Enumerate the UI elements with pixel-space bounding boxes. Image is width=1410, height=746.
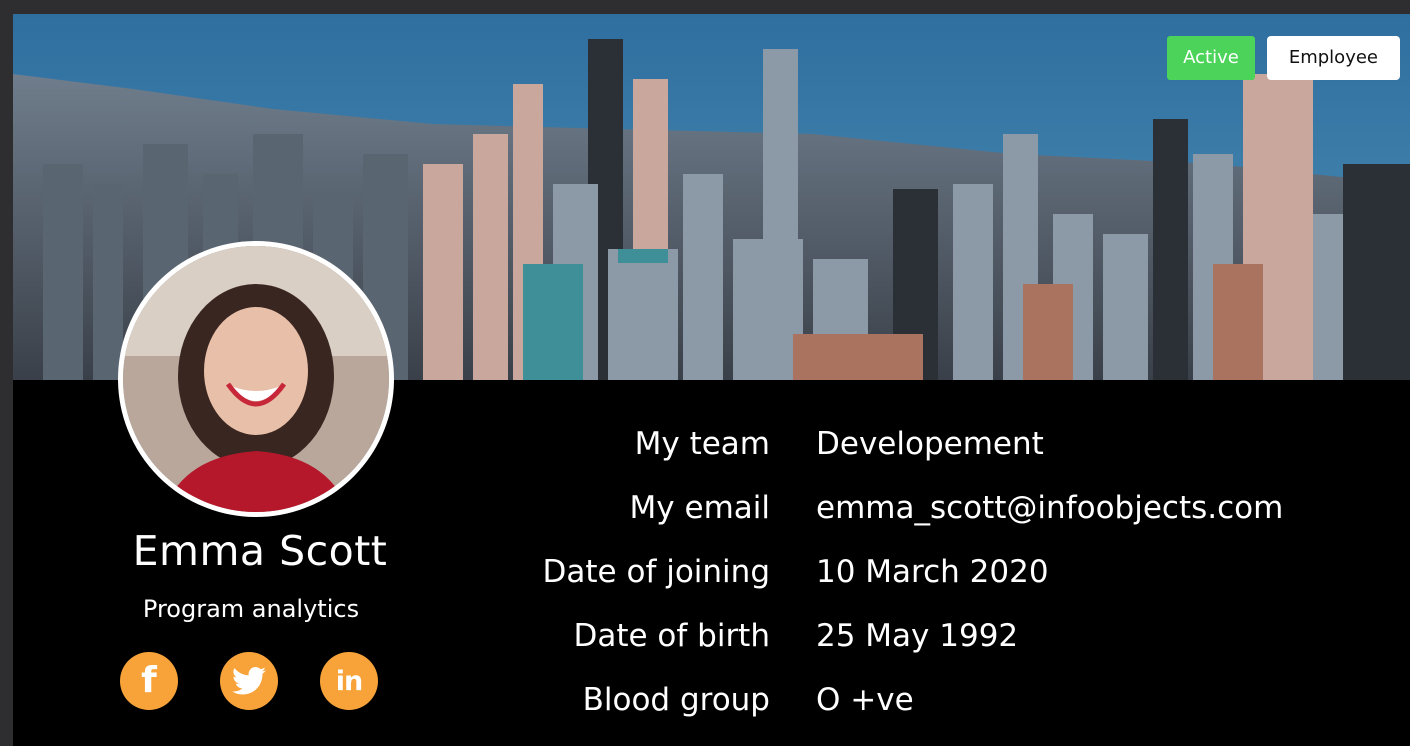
detail-value: 10 March 2020 [816, 554, 1049, 590]
role-badge[interactable]: Employee [1266, 36, 1400, 80]
status-badge[interactable]: Active [1167, 36, 1255, 80]
badge-group: Active Employee [1167, 36, 1400, 80]
detail-label: Date of joining [542, 554, 770, 590]
avatar [118, 241, 394, 517]
detail-row-blood: Blood group O +ve [483, 668, 1283, 732]
detail-row-team: My team Developement [483, 412, 1283, 476]
detail-label: Date of birth [573, 618, 770, 654]
detail-value: O +ve [816, 682, 914, 718]
profile-card: Active Employee Emma Scott Program analy… [13, 14, 1410, 746]
twitter-icon[interactable] [220, 652, 278, 710]
facebook-icon[interactable]: f [120, 652, 178, 710]
detail-row-email: My email emma_scott@infoobjects.com [483, 476, 1284, 540]
detail-row-birth: Date of birth 25 May 1992 [483, 604, 1283, 668]
detail-label: My team [634, 426, 770, 462]
profile-role: Program analytics [142, 595, 360, 623]
detail-label: Blood group [582, 682, 770, 718]
details-list: My team Developement My email emma_scott… [483, 412, 1284, 732]
detail-value: emma_scott@infoobjects.com [816, 490, 1284, 526]
profile-name: Emma Scott [132, 527, 388, 575]
social-links: f in [120, 652, 378, 710]
detail-row-joining: Date of joining 10 March 2020 [483, 540, 1283, 604]
linkedin-icon[interactable]: in [320, 652, 378, 710]
detail-value: Developement [816, 426, 1044, 462]
detail-value: 25 May 1992 [816, 618, 1019, 654]
detail-label: My email [629, 490, 770, 526]
